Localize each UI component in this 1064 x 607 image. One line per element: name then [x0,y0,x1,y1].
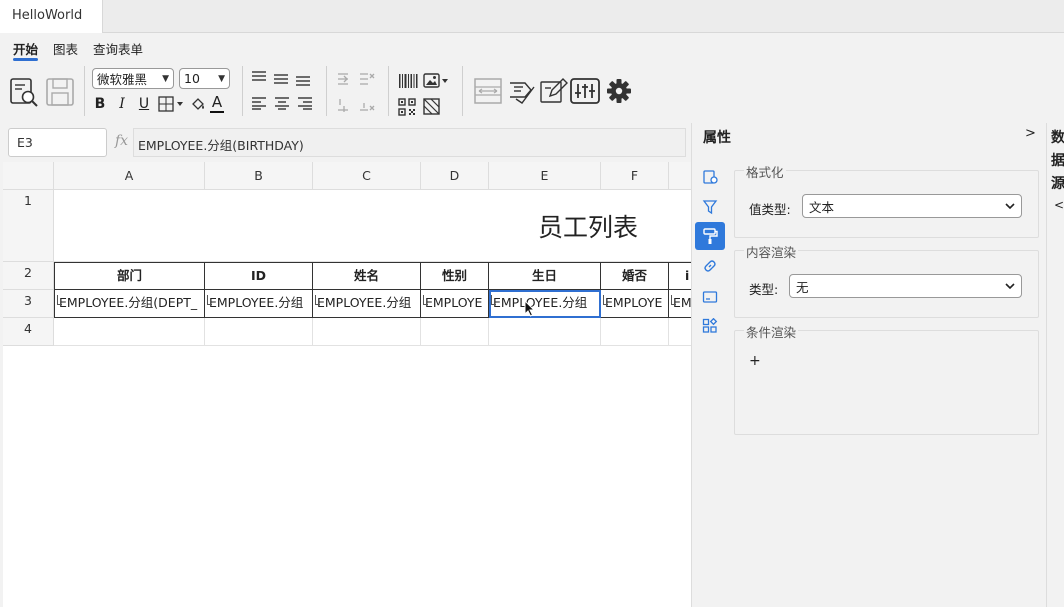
align-center-icon[interactable] [274,96,290,110]
align-left-icon[interactable] [251,96,267,110]
font-family-select[interactable]: 微软雅黑 ▼ [92,68,174,89]
document-tab[interactable]: HelloWorld [0,0,103,33]
fx-icon: fx [115,133,129,149]
data-cell-d3[interactable]: EMPLOYE [421,290,489,318]
column-header-b[interactable]: B [205,162,313,190]
conditional-render-group-title: 条件渲染 [744,322,799,341]
render-type-select[interactable]: 无 [789,274,1022,298]
data-cell-b3[interactable]: EMPLOYEE.分组 [205,290,313,318]
chevron-down-icon [1005,203,1015,210]
font-color-button[interactable]: A [209,94,225,114]
column-header-c[interactable]: C [313,162,421,190]
ribbon: 开始 图表 查询表单 微软雅黑 ▼ 10 ▼ B I U A [0,33,1064,123]
sliders-icon[interactable] [569,76,601,106]
datasource-expand-button[interactable]: < [1054,198,1064,212]
conditional-render-group [734,330,1039,435]
row-header-3[interactable]: 3 [3,290,54,318]
save-icon[interactable] [44,75,76,109]
data-cell-c3[interactable]: EMPLOYEE.分组 [313,290,421,318]
datasource-panel: 数据源 < [1046,123,1064,607]
row-header-2[interactable]: 2 [3,262,54,290]
header-cell-name[interactable]: 姓名 [313,262,421,290]
header-cell-birthday[interactable]: 生日 [489,262,601,290]
split-cells-icon[interactable] [336,97,376,113]
render-type-label: 类型: [749,282,779,297]
link-icon[interactable] [695,252,725,280]
row-header-1[interactable]: 1 [3,190,54,262]
row-header-4[interactable]: 4 [3,318,54,346]
data-cell-f3[interactable]: EMPLOYE [601,290,669,318]
data-cell-e4[interactable] [489,318,601,346]
datasource-title: 数据源 [1051,130,1064,192]
data-cell-b4[interactable] [205,318,313,346]
report-settings-icon[interactable] [507,76,537,106]
column-header-f[interactable]: F [601,162,669,190]
barcode-icon[interactable] [398,73,418,89]
header-cell-g[interactable]: i [669,262,691,290]
font-size-select[interactable]: 10 ▼ [179,68,230,89]
data-cell-a3[interactable]: EMPLOYEE.分组(DEPT_ [54,290,205,318]
cell-name-box[interactable]: E3 [8,128,107,157]
add-condition-button[interactable]: + [749,353,761,369]
value-type-label: 值类型: [749,202,791,217]
content-render-group-title: 内容渲染 [744,242,799,261]
filter-icon[interactable] [695,193,725,221]
header-cell-dept[interactable]: 部门 [54,262,205,290]
edit-icon[interactable] [538,76,568,106]
data-cell-g4[interactable] [669,318,691,346]
cell-props-tab[interactable] [695,163,725,191]
chevron-down-icon: ▼ [218,73,225,84]
title-cell[interactable]: 员工列表 [54,190,691,262]
spreadsheet-grid[interactable]: A B C D E F 1 2 3 4 员工列表 部门 ID 姓名 性别 生日 … [3,162,691,607]
header-cell-gender[interactable]: 性别 [421,262,489,290]
italic-button[interactable]: I [115,95,129,113]
image-icon[interactable] [423,73,451,89]
gear-icon[interactable] [604,76,634,106]
column-header-e[interactable]: E [489,162,601,190]
document-tab-bar: HelloWorld [0,0,1064,33]
corner-cell[interactable] [3,162,54,190]
image-display-icon[interactable] [695,283,725,311]
header-cell-married[interactable]: 婚否 [601,262,669,290]
menu-tab-query-form[interactable]: 查询表单 [93,39,143,58]
active-tab-indicator [13,58,38,61]
align-right-icon[interactable] [297,96,313,110]
properties-panel: 属性 > 格式化 值类型: 文本 内容渲染 类型: 无 条件渲染 + [691,123,1046,607]
data-cell-a4[interactable] [54,318,205,346]
preview-icon[interactable] [8,75,40,109]
slash-header-icon[interactable] [423,98,441,116]
data-cell-g3[interactable]: EM [669,290,691,318]
align-middle-icon[interactable] [273,71,289,85]
widgets-icon[interactable] [695,312,725,340]
data-cell-c4[interactable] [313,318,421,346]
format-group-title: 格式化 [744,162,786,181]
properties-title: 属性 [703,130,731,146]
qrcode-icon[interactable] [398,98,416,116]
properties-collapse-button[interactable]: > [1025,126,1036,141]
format-brush-icon[interactable] [695,222,725,250]
bold-button[interactable]: B [93,95,107,113]
report-title: 员工列表 [538,213,639,242]
data-cell-f4[interactable] [601,318,669,346]
cell-selection [489,290,601,318]
border-icon[interactable] [158,96,186,112]
value-type-select[interactable]: 文本 [802,194,1022,218]
header-cell-id[interactable]: ID [205,262,313,290]
chevron-down-icon [1005,283,1015,290]
formula-input[interactable]: EMPLOYEE.分组(BIRTHDAY) [133,128,686,157]
align-bottom-icon[interactable] [295,73,311,87]
merge-cells-icon[interactable] [336,71,376,87]
align-top-icon[interactable] [251,70,267,84]
menu-tab-chart[interactable]: 图表 [53,39,78,58]
column-header-a[interactable]: A [54,162,205,190]
data-cell-d4[interactable] [421,318,489,346]
column-header-g[interactable] [669,162,691,190]
underline-button[interactable]: U [137,95,151,113]
menu-tab-start[interactable]: 开始 [13,39,38,58]
column-width-icon[interactable] [473,76,503,106]
fill-color-icon[interactable] [189,95,207,113]
column-header-d[interactable]: D [421,162,489,190]
chevron-down-icon: ▼ [162,73,169,84]
